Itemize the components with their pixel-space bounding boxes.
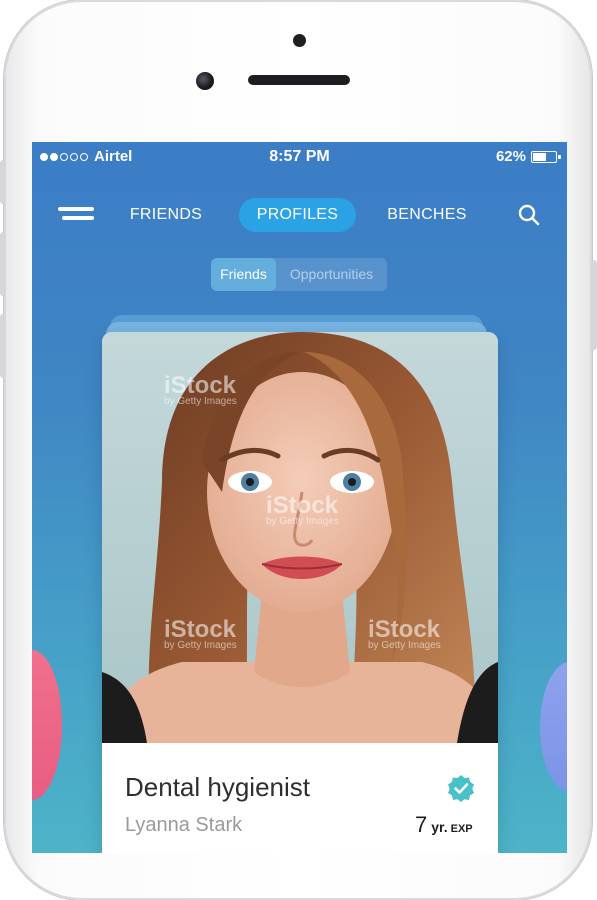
phone-volume-up-button	[0, 232, 6, 296]
status-bar: Airtel 8:57 PM 62%	[32, 142, 567, 174]
experience-label: EXP	[450, 823, 473, 835]
tab-profiles[interactable]: PROFILES	[239, 198, 356, 232]
battery-icon	[531, 150, 561, 163]
hamburger-menu-icon[interactable]	[58, 206, 98, 226]
segment-opportunities[interactable]: Opportunities	[276, 258, 387, 291]
photo-watermark: iStock by Getty Images	[164, 372, 237, 407]
photo-watermark: iStock by Getty Images	[368, 616, 441, 651]
app-screen: Airtel 8:57 PM 62% FRIENDS PROFILES BENC…	[32, 142, 567, 853]
search-icon[interactable]	[518, 204, 540, 226]
front-camera-icon	[196, 72, 214, 90]
experience-value: 7	[415, 812, 428, 837]
photo-watermark: iStock by Getty Images	[164, 616, 237, 651]
experience-unit: yr.	[431, 819, 448, 835]
top-navigation: FRIENDS PROFILES BENCHES	[32, 198, 567, 234]
status-time: 8:57 PM	[269, 148, 330, 165]
tab-friends[interactable]: FRIENDS	[124, 198, 208, 232]
segment-friends[interactable]: Friends	[211, 258, 276, 291]
earpiece-speaker	[248, 75, 350, 85]
profile-photo	[102, 332, 498, 743]
segmented-control: Friends Opportunities	[211, 258, 387, 291]
previous-card-peek[interactable]	[32, 650, 62, 800]
phone-side-button	[0, 160, 6, 204]
photo-watermark: iStock by Getty Images	[266, 492, 339, 527]
profile-job-title: Dental hygienist	[125, 772, 310, 802]
experience: 7 yr. EXP	[415, 812, 473, 838]
tab-benches[interactable]: BENCHES	[384, 198, 470, 232]
proximity-sensor-icon	[293, 34, 306, 47]
profile-name: Lyanna Stark	[125, 814, 243, 836]
battery-percent: 62%	[495, 148, 526, 165]
phone-power-button	[591, 260, 597, 350]
battery-status: 62%	[495, 148, 561, 165]
phone-volume-down-button	[0, 314, 6, 378]
next-card-peek[interactable]	[540, 662, 567, 792]
profile-card[interactable]: iStock by Getty Images iStock by Getty Ima…	[102, 332, 498, 853]
verified-badge-icon	[448, 775, 474, 802]
